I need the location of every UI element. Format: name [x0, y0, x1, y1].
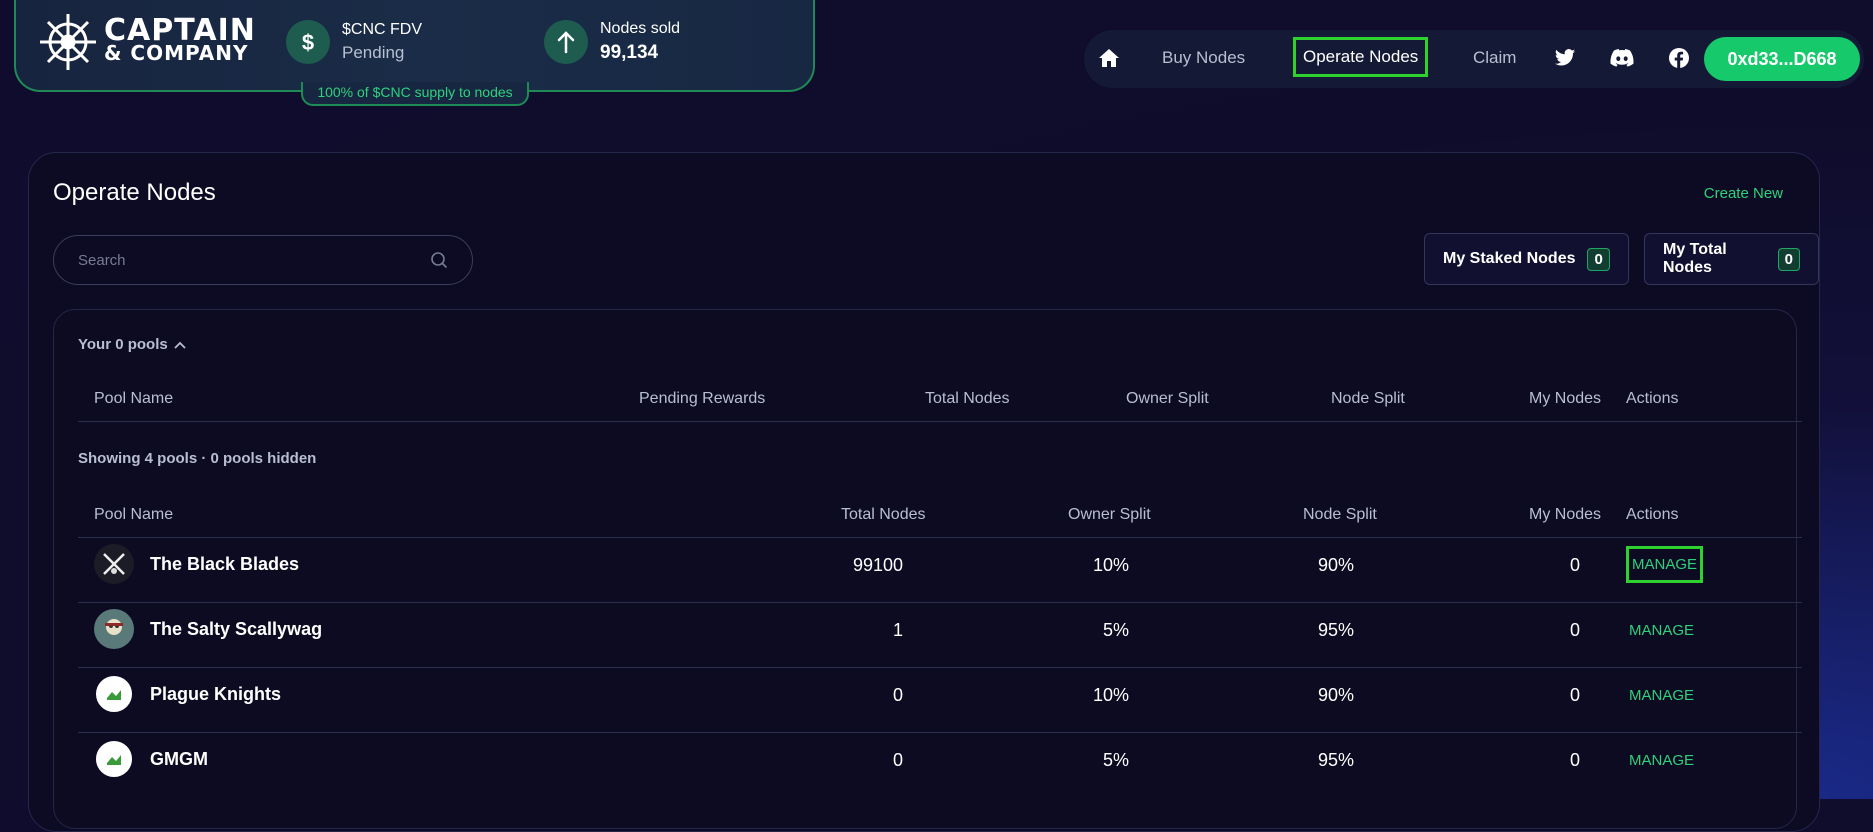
table-row[interactable]: The Salty Scallywag	[94, 609, 322, 649]
logo[interactable]: CAPTAIN & COMPANY	[38, 12, 256, 72]
pool-node-split: 95%	[1317, 620, 1354, 640]
svg-text:$: $	[302, 30, 314, 54]
my-total-count: 0	[1777, 247, 1800, 271]
dollar-icon: $	[286, 20, 330, 64]
manage-button[interactable]: MANAGE	[1629, 752, 1694, 769]
table-row[interactable]: GMGM	[94, 739, 208, 779]
pool-total-nodes: 99100	[852, 555, 903, 575]
manage-button[interactable]: MANAGE	[1629, 622, 1694, 639]
pool-name: Plague Knights	[150, 683, 282, 704]
table-row[interactable]: The Black Blades	[94, 544, 299, 584]
home-icon[interactable]	[1098, 47, 1120, 74]
divider	[78, 537, 1802, 538]
col-pool-name: Pool Name	[94, 506, 174, 523]
stat-fdv: $ $CNC FDV Pending	[286, 20, 422, 64]
my-staked-nodes: My Staked Nodes 0	[1424, 233, 1629, 285]
divider	[78, 667, 1802, 668]
operate-nodes-panel: Operate Nodes Create New My Staked Nodes…	[28, 152, 1820, 832]
pool-owner-split: 5%	[1102, 620, 1129, 640]
stat-value: Pending	[342, 43, 405, 62]
col-node-split: Node Split	[1303, 506, 1377, 523]
broken-image-icon	[94, 674, 134, 714]
divider	[78, 732, 1802, 733]
discord-icon[interactable]	[1610, 49, 1634, 72]
my-staked-label: My Staked Nodes	[1443, 250, 1576, 267]
pools-summary: Showing 4 pools · 0 pools hidden	[78, 450, 317, 467]
col-owner-split: Owner Split	[1126, 390, 1209, 407]
pool-my-nodes: 0	[1569, 750, 1580, 770]
search-icon[interactable]	[430, 251, 448, 269]
stat-nodes-sold: Nodes sold 99,134	[544, 20, 680, 64]
wallet-button[interactable]: 0xd33...D668	[1704, 37, 1860, 81]
pool-my-nodes: 0	[1569, 685, 1580, 705]
twitter-icon[interactable]	[1554, 48, 1576, 73]
divider	[78, 602, 1802, 603]
page-title: Operate Nodes	[53, 179, 216, 206]
skull-icon	[94, 609, 134, 649]
broken-image-icon	[94, 739, 134, 779]
pool-name: GMGM	[150, 748, 208, 769]
ship-wheel-icon	[40, 14, 96, 70]
col-pending-rewards: Pending Rewards	[639, 390, 766, 407]
search-box	[53, 235, 473, 285]
pool-node-split: 90%	[1317, 685, 1354, 705]
divider	[78, 421, 1802, 422]
nav-operate-nodes[interactable]: Operate Nodes	[1293, 37, 1429, 77]
col-pool-name: Pool Name	[94, 390, 174, 407]
stat-label: Nodes sold	[600, 20, 681, 37]
pool-total-nodes: 1	[892, 620, 903, 640]
your-pools-toggle[interactable]: Your 0 pools	[78, 336, 188, 353]
col-actions: Actions	[1626, 390, 1679, 407]
brand-line-2: & COMPANY	[104, 41, 249, 65]
col-actions: Actions	[1626, 506, 1679, 523]
col-total-nodes: Total Nodes	[925, 390, 1010, 407]
my-total-label: My Total Nodes	[1663, 241, 1727, 276]
table-row[interactable]: Plague Knights	[94, 674, 281, 714]
col-my-nodes: My Nodes	[1529, 390, 1602, 407]
pool-my-nodes: 0	[1569, 555, 1580, 575]
pools-container: Your 0 pools Pool Name Pending Rewards T…	[53, 309, 1802, 829]
col-owner-split: Owner Split	[1068, 506, 1151, 523]
col-total-nodes: Total Nodes	[841, 506, 926, 523]
my-total-nodes: My Total Nodes 0	[1644, 233, 1819, 285]
manage-button[interactable]: MANAGE	[1629, 687, 1694, 704]
pool-owner-split: 10%	[1092, 685, 1129, 705]
col-node-split: Node Split	[1331, 390, 1405, 407]
your-pools-label: Your 0 pools	[78, 336, 168, 353]
pool-my-nodes: 0	[1569, 620, 1580, 640]
arrow-up-icon	[544, 20, 588, 64]
nav-buy-nodes[interactable]: Buy Nodes	[1162, 48, 1245, 68]
create-new-link[interactable]: Create New	[1704, 185, 1783, 202]
pool-name: The Black Blades	[150, 553, 300, 574]
stat-label: $CNC FDV	[342, 21, 423, 38]
chevron-up-icon	[174, 341, 186, 349]
pool-name: The Salty Scallywag	[150, 618, 323, 639]
col-my-nodes: My Nodes	[1529, 506, 1602, 523]
pool-owner-split: 10%	[1092, 555, 1129, 575]
crossed-swords-icon	[94, 544, 134, 584]
pool-owner-split: 5%	[1102, 750, 1129, 770]
brand-line-1: CAPTAIN	[104, 13, 256, 48]
facebook-icon[interactable]	[1668, 47, 1690, 74]
stat-value: 99,134	[600, 42, 659, 63]
nav-claim[interactable]: Claim	[1473, 48, 1516, 68]
manage-button[interactable]: MANAGE	[1626, 546, 1704, 583]
pool-node-split: 90%	[1317, 555, 1354, 575]
pool-node-split: 95%	[1317, 750, 1354, 770]
search-input[interactable]	[78, 251, 430, 269]
banner-note: 100% of $CNC supply to nodes	[301, 82, 529, 106]
pool-total-nodes: 0	[892, 750, 903, 770]
my-staked-count: 0	[1587, 247, 1610, 271]
pool-total-nodes: 0	[892, 685, 903, 705]
